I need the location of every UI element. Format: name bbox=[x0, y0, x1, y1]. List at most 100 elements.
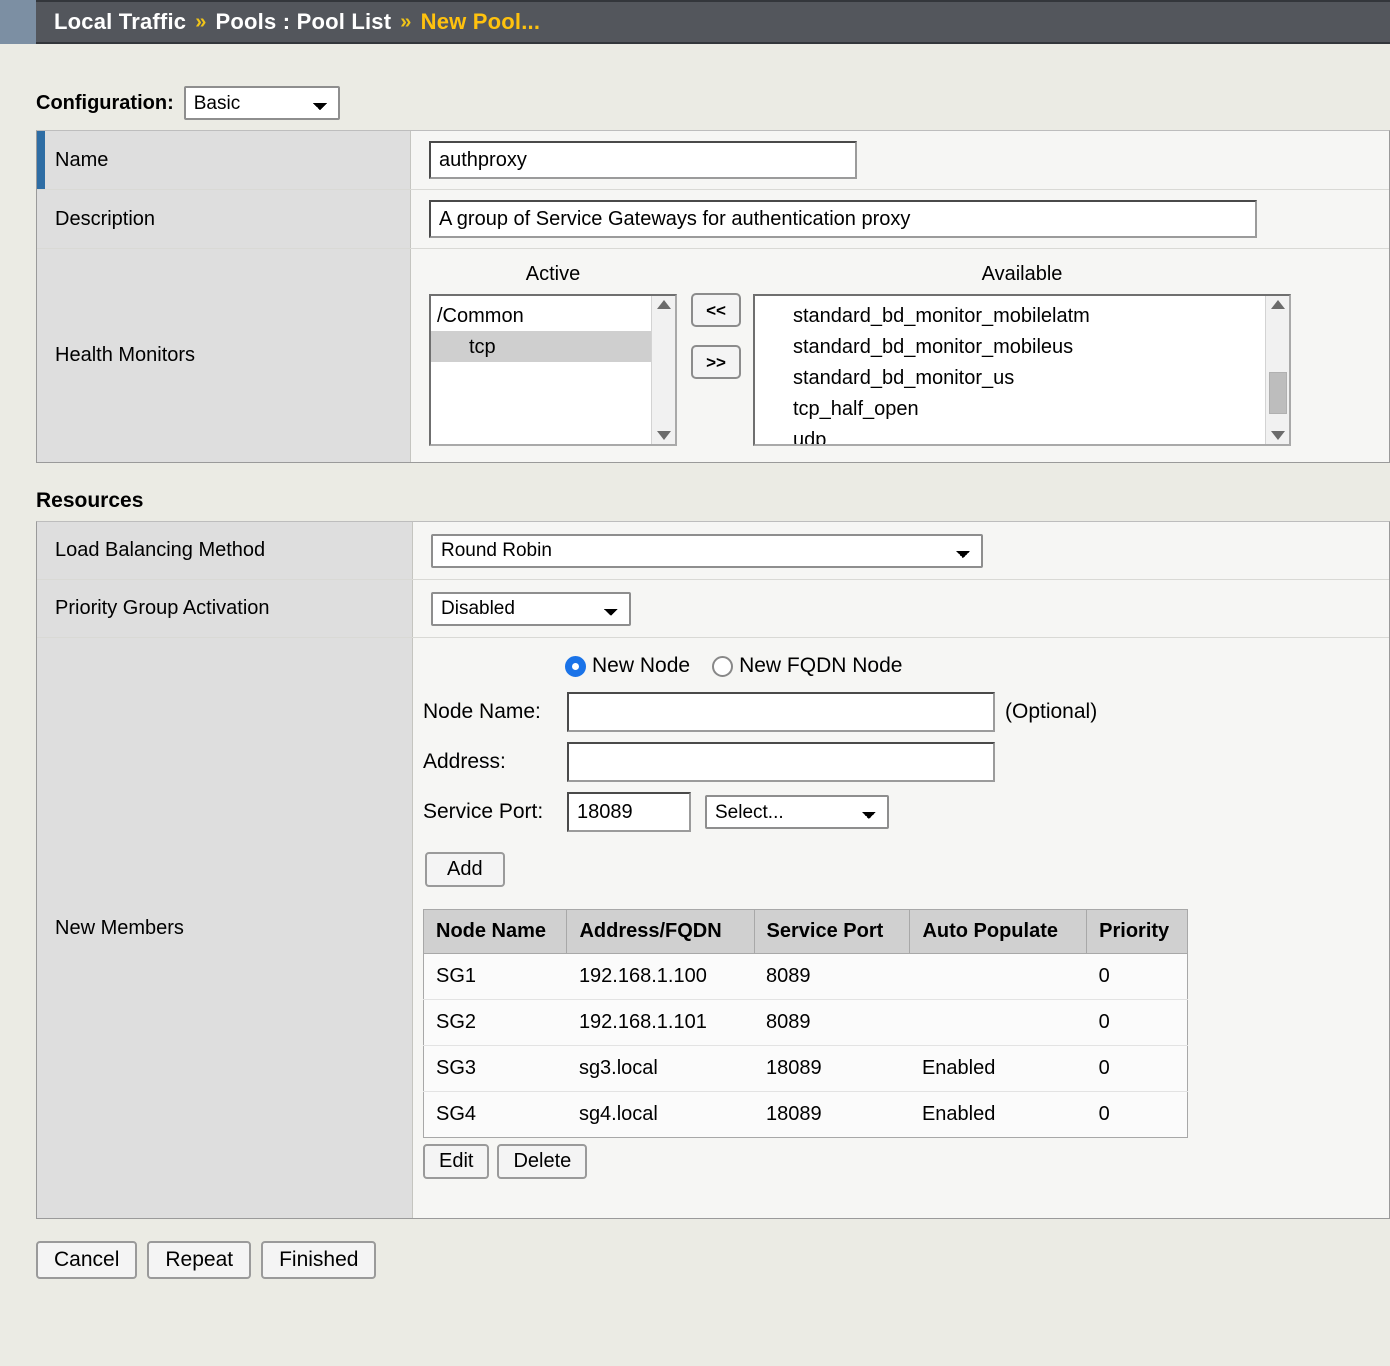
edit-member-button[interactable]: Edit bbox=[423, 1144, 489, 1179]
resources-table: Load Balancing Method Round Robin Priori… bbox=[36, 521, 1390, 1219]
description-value-cell bbox=[411, 190, 1389, 248]
available-monitor-item[interactable]: udp bbox=[755, 424, 1265, 444]
name-input[interactable] bbox=[429, 141, 857, 179]
node-type-radio-group: New Node New FQDN Node bbox=[423, 654, 1389, 678]
active-column-title: Active bbox=[429, 263, 677, 286]
priority-group-activation-label: Priority Group Activation bbox=[37, 580, 413, 637]
finished-button[interactable]: Finished bbox=[261, 1241, 376, 1279]
breadcrumb-item-pool-list[interactable]: Pools : Pool List bbox=[216, 9, 392, 35]
address-input[interactable] bbox=[567, 742, 995, 782]
description-row: Description bbox=[37, 190, 1389, 249]
table-row[interactable]: SG2 192.168.1.101 8089 0 bbox=[424, 1000, 1188, 1046]
new-node-radio-label[interactable]: New Node bbox=[592, 654, 690, 678]
cell-service-port: 18089 bbox=[754, 1092, 910, 1138]
description-label: Description bbox=[37, 190, 411, 248]
breadcrumb-separator-icon: » bbox=[400, 11, 411, 34]
active-listbox-scrollbar[interactable] bbox=[651, 296, 675, 444]
available-listbox-scrollbar[interactable] bbox=[1265, 296, 1289, 444]
load-balancing-method-select[interactable]: Round Robin bbox=[431, 534, 983, 568]
configuration-label: Configuration: bbox=[36, 92, 174, 115]
new-fqdn-node-radio[interactable] bbox=[712, 656, 733, 677]
priority-group-activation-cell: Disabled bbox=[413, 580, 1389, 637]
available-monitor-item[interactable]: standard_bd_monitor_mobilelatm bbox=[755, 300, 1265, 331]
node-name-optional-note: (Optional) bbox=[1005, 700, 1097, 724]
service-port-preset-select[interactable]: Select... bbox=[705, 795, 889, 829]
scrollbar-thumb[interactable] bbox=[1269, 372, 1287, 414]
configuration-select[interactable]: Basic bbox=[184, 86, 340, 120]
priority-group-activation-row: Priority Group Activation Disabled bbox=[37, 580, 1389, 638]
monitor-transfer-buttons: << >> bbox=[691, 293, 741, 379]
name-label: Name bbox=[37, 131, 411, 189]
add-member-button[interactable]: Add bbox=[425, 852, 505, 887]
new-fqdn-node-radio-label[interactable]: New FQDN Node bbox=[739, 654, 902, 678]
health-monitors-area: Active /Common tcp << >> Available bbox=[411, 249, 1389, 462]
breadcrumb-item-new-pool: New Pool... bbox=[421, 9, 541, 35]
new-members-area: New Node New FQDN Node Node Name: (Optio… bbox=[413, 638, 1389, 1218]
description-input[interactable] bbox=[429, 200, 1257, 238]
active-monitor-item-selected[interactable]: tcp bbox=[431, 331, 651, 362]
service-port-input[interactable] bbox=[567, 792, 691, 832]
new-members-row: New Members New Node New FQDN Node Node … bbox=[37, 638, 1389, 1218]
available-monitors-items: standard_bd_monitor_mobilelatm standard_… bbox=[755, 296, 1265, 444]
service-port-label: Service Port: bbox=[423, 800, 567, 824]
cell-auto-populate: Enabled bbox=[910, 1046, 1087, 1092]
cell-node-name: SG2 bbox=[424, 1000, 567, 1046]
service-port-field-line: Service Port: Select... bbox=[423, 792, 1389, 832]
name-value-cell bbox=[411, 131, 1389, 189]
node-name-field-line: Node Name: (Optional) bbox=[423, 692, 1389, 732]
scroll-down-arrow-icon[interactable] bbox=[1271, 431, 1285, 440]
column-header-service-port[interactable]: Service Port bbox=[754, 910, 910, 954]
header-left-panel bbox=[0, 0, 36, 44]
footer-actions: Cancel Repeat Finished bbox=[36, 1241, 1390, 1279]
members-table-header-row: Node Name Address/FQDN Service Port Auto… bbox=[424, 910, 1188, 954]
available-monitor-item[interactable]: tcp_half_open bbox=[755, 393, 1265, 424]
column-header-priority[interactable]: Priority bbox=[1087, 910, 1188, 954]
address-label: Address: bbox=[423, 750, 567, 774]
available-monitor-item[interactable]: standard_bd_monitor_us bbox=[755, 362, 1265, 393]
cell-priority: 0 bbox=[1087, 1000, 1188, 1046]
table-row[interactable]: SG3 sg3.local 18089 Enabled 0 bbox=[424, 1046, 1188, 1092]
active-monitors-listbox[interactable]: /Common tcp bbox=[429, 294, 677, 446]
priority-group-activation-select[interactable]: Disabled bbox=[431, 592, 631, 626]
new-node-radio[interactable] bbox=[565, 656, 586, 677]
load-balancing-method-cell: Round Robin bbox=[413, 522, 1389, 579]
repeat-button[interactable]: Repeat bbox=[147, 1241, 251, 1279]
node-name-input[interactable] bbox=[567, 692, 995, 732]
table-row[interactable]: SG4 sg4.local 18089 Enabled 0 bbox=[424, 1092, 1188, 1138]
cell-auto-populate bbox=[910, 1000, 1087, 1046]
load-balancing-method-row: Load Balancing Method Round Robin bbox=[37, 522, 1389, 580]
cancel-button[interactable]: Cancel bbox=[36, 1241, 137, 1279]
cell-auto-populate bbox=[910, 954, 1087, 1000]
move-to-active-button[interactable]: << bbox=[691, 293, 741, 327]
column-header-auto-populate[interactable]: Auto Populate bbox=[910, 910, 1087, 954]
column-header-node-name[interactable]: Node Name bbox=[424, 910, 567, 954]
page-header: Local Traffic » Pools : Pool List » New … bbox=[0, 0, 1390, 48]
configuration-row: Configuration: Basic bbox=[36, 86, 1390, 120]
delete-member-button[interactable]: Delete bbox=[497, 1144, 587, 1179]
scroll-up-arrow-icon[interactable] bbox=[1271, 300, 1285, 309]
move-to-available-button[interactable]: >> bbox=[691, 345, 741, 379]
active-monitor-item[interactable]: /Common bbox=[431, 300, 651, 331]
health-monitors-row: Health Monitors Active /Common tcp << bbox=[37, 249, 1389, 462]
cell-service-port: 8089 bbox=[754, 1000, 910, 1046]
available-monitors-column: Available standard_bd_monitor_mobilelatm… bbox=[753, 263, 1291, 446]
node-name-label: Node Name: bbox=[423, 700, 567, 724]
scroll-down-arrow-icon[interactable] bbox=[657, 431, 671, 440]
breadcrumb-separator-icon: » bbox=[195, 11, 206, 34]
address-field-line: Address: bbox=[423, 742, 1389, 782]
cell-service-port: 8089 bbox=[754, 954, 910, 1000]
name-row: Name bbox=[37, 131, 1389, 190]
cell-address: 192.168.1.100 bbox=[567, 954, 754, 1000]
active-monitors-column: Active /Common tcp bbox=[429, 263, 677, 446]
cell-service-port: 18089 bbox=[754, 1046, 910, 1092]
members-table: Node Name Address/FQDN Service Port Auto… bbox=[423, 909, 1188, 1138]
load-balancing-method-label: Load Balancing Method bbox=[37, 522, 413, 579]
table-row[interactable]: SG1 192.168.1.100 8089 0 bbox=[424, 954, 1188, 1000]
cell-address: sg4.local bbox=[567, 1092, 754, 1138]
scroll-up-arrow-icon[interactable] bbox=[657, 300, 671, 309]
available-monitors-listbox[interactable]: standard_bd_monitor_mobilelatm standard_… bbox=[753, 294, 1291, 446]
cell-address: 192.168.1.101 bbox=[567, 1000, 754, 1046]
column-header-address-fqdn[interactable]: Address/FQDN bbox=[567, 910, 754, 954]
breadcrumb-item-local-traffic[interactable]: Local Traffic bbox=[54, 9, 186, 35]
available-monitor-item[interactable]: standard_bd_monitor_mobileus bbox=[755, 331, 1265, 362]
